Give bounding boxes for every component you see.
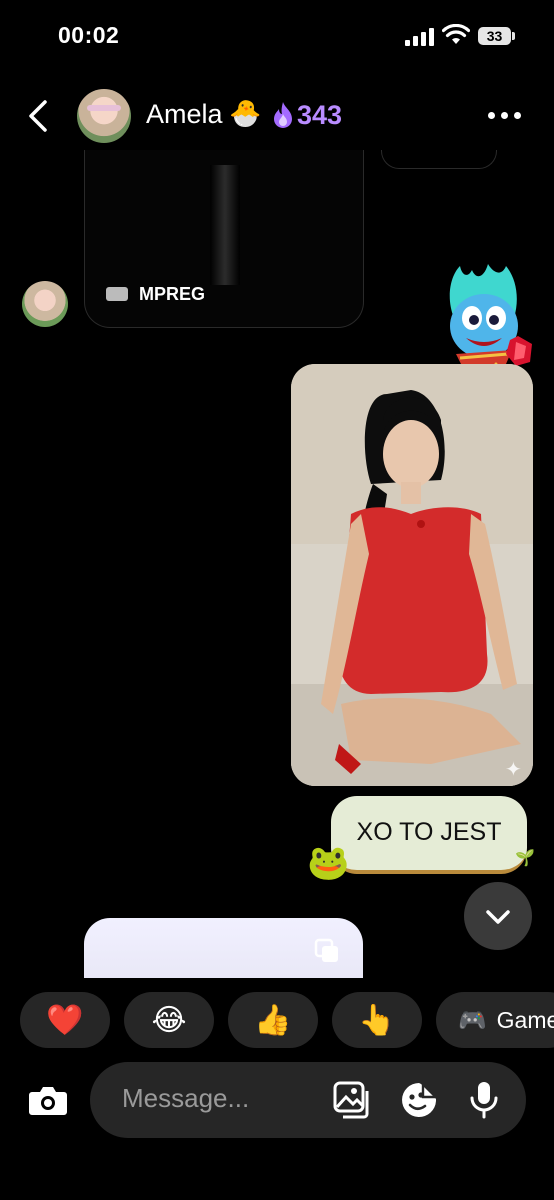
quick-reaction-point-up[interactable]: 👆 [332, 992, 422, 1048]
previous-message-edge [381, 150, 497, 169]
cellular-signal-icon [405, 28, 434, 46]
ai-sparkle-icon: ✦ [505, 759, 522, 781]
more-options-icon[interactable] [488, 112, 521, 119]
contact-avatar[interactable] [77, 89, 131, 143]
sender-avatar[interactable] [22, 281, 68, 327]
chevron-down-icon [486, 910, 510, 924]
status-time: 00:02 [58, 22, 120, 48]
video-thumbnail [210, 165, 240, 285]
battery-tip [512, 32, 515, 40]
bubble-frog-decoration: 🐸 [307, 844, 350, 882]
controller-icon [106, 287, 128, 301]
battery-indicator: 33 [478, 27, 511, 45]
quick-reaction-laugh[interactable]: 😂 [124, 992, 214, 1048]
sent-message-text: XO TO JEST [356, 818, 502, 846]
streak-flame-icon [274, 102, 292, 128]
bubble-sprout-decoration: 🌱 [515, 850, 535, 867]
quick-reaction-heart[interactable]: ❤️ [20, 992, 110, 1048]
message-input[interactable]: Message... [122, 1083, 249, 1114]
wifi-icon [442, 24, 470, 44]
gamepad-icon: 🎮 [458, 1006, 487, 1033]
microphone-icon[interactable] [468, 1080, 500, 1120]
streak-count: 343 [297, 100, 343, 130]
games-chip-label: Games [496, 1006, 554, 1033]
sticker-icon[interactable] [399, 1081, 439, 1119]
games-chip[interactable]: 🎮 Games [436, 992, 554, 1048]
back-arrow-icon[interactable] [24, 98, 54, 134]
scroll-to-bottom-button[interactable] [464, 882, 532, 950]
gallery-icon[interactable] [333, 1081, 373, 1119]
name-emoji: 🐣 [229, 98, 262, 128]
copy-icon [314, 938, 338, 962]
shared-card-label: MPREG [139, 284, 206, 304]
contact-name[interactable]: Amela [146, 99, 223, 130]
quick-reaction-thumbs-up[interactable]: 👍 [228, 992, 318, 1048]
camera-icon[interactable] [26, 1078, 70, 1122]
image-message[interactable] [291, 364, 533, 786]
